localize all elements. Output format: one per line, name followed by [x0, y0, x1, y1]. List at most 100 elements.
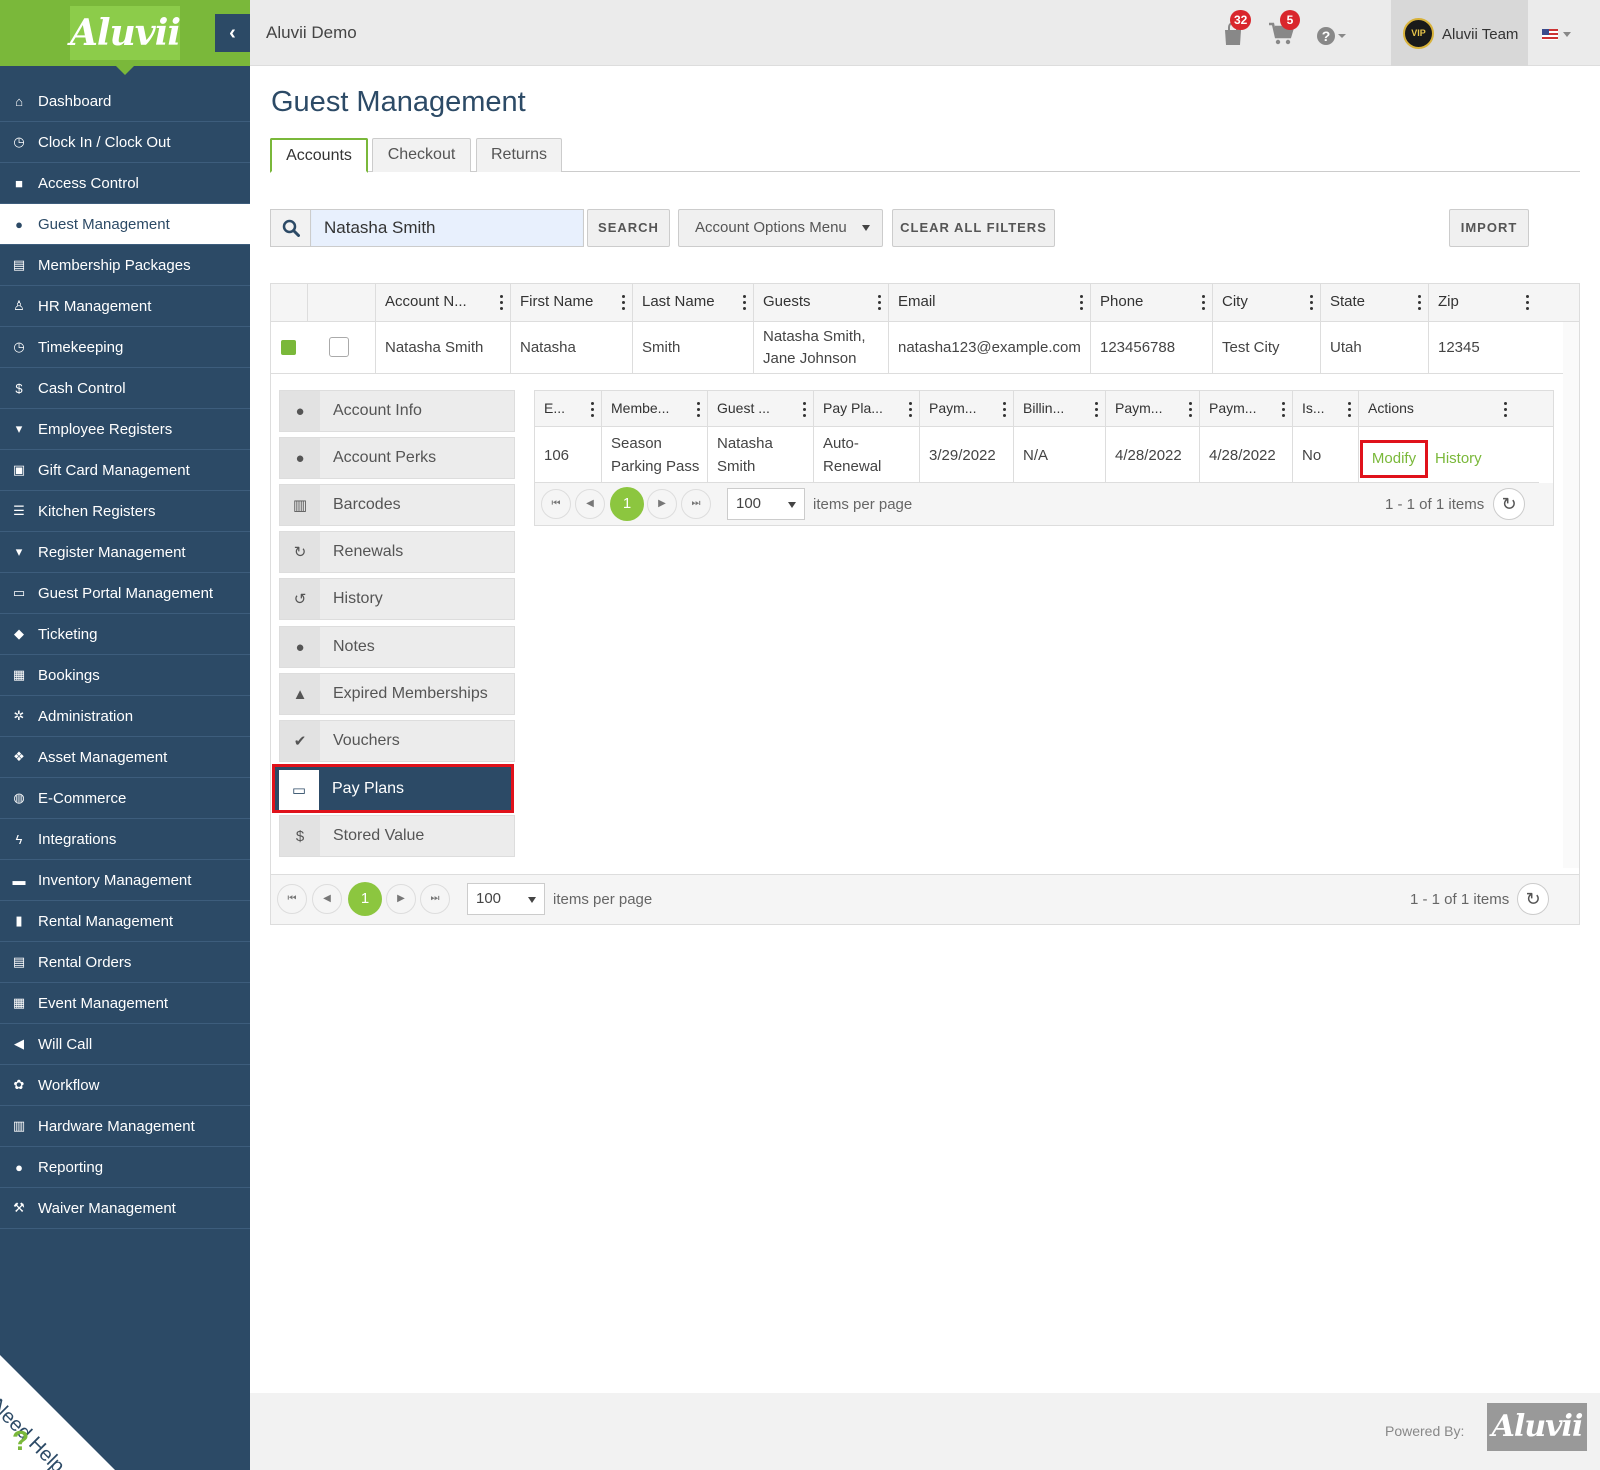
detail-menu-barcodes[interactable]: ▥ Barcodes: [279, 484, 515, 526]
sidebar-item-integrations[interactable]: ϟ Integrations: [0, 819, 250, 860]
first-page-button[interactable]: ⏮: [541, 489, 571, 519]
sidebar-item-guest-management[interactable]: ● Guest Management: [0, 204, 250, 245]
import-button[interactable]: IMPORT: [1449, 209, 1529, 247]
column-header-state[interactable]: State: [1320, 284, 1428, 321]
current-page-button[interactable]: 1: [610, 487, 644, 521]
column-header-guests[interactable]: Guests: [753, 284, 888, 321]
pp-column-header[interactable]: Guest ...: [707, 391, 813, 426]
prev-page-button[interactable]: ◀: [312, 884, 342, 914]
clear-all-filters-button[interactable]: CLEAR ALL FILTERS: [892, 209, 1055, 247]
detail-menu-expired-memberships[interactable]: ▲ Expired Memberships: [279, 673, 515, 715]
sidebar-item-e-commerce[interactable]: ◍ E-Commerce: [0, 778, 250, 819]
table-row[interactable]: Natasha Smith Natasha Smith Natasha Smit…: [271, 322, 1563, 374]
grid-scrollbar[interactable]: [1563, 322, 1579, 868]
refresh-icon[interactable]: ↻: [1517, 883, 1549, 915]
current-page-button[interactable]: 1: [348, 882, 382, 916]
column-menu-icon[interactable]: [1310, 295, 1314, 310]
sidebar-item-timekeeping[interactable]: ◷ Timekeeping: [0, 327, 250, 368]
chevron-down-icon[interactable]: [1562, 31, 1572, 39]
column-menu-icon[interactable]: [1418, 295, 1422, 310]
sidebar-item-kitchen-registers[interactable]: ☰ Kitchen Registers: [0, 491, 250, 532]
sidebar-item-rental-orders[interactable]: ▤ Rental Orders: [0, 942, 250, 983]
pp-column-header[interactable]: Paym...: [1105, 391, 1199, 426]
column-menu-icon[interactable]: [500, 295, 504, 310]
detail-menu-renewals[interactable]: ↻ Renewals: [279, 531, 515, 573]
sidebar-item-membership-packages[interactable]: ▤ Membership Packages: [0, 245, 250, 286]
column-menu-icon[interactable]: [878, 295, 882, 310]
expand-row-toggle[interactable]: [281, 340, 296, 355]
tab-checkout[interactable]: Checkout: [372, 138, 471, 172]
next-page-button[interactable]: ▶: [386, 884, 416, 914]
column-header-account-name[interactable]: Account N...: [375, 284, 510, 321]
sidebar-item-cash-control[interactable]: $ Cash Control: [0, 368, 250, 409]
sidebar-item-rental-management[interactable]: ▮ Rental Management: [0, 901, 250, 942]
aluvii-logo[interactable]: Aluvii: [70, 6, 181, 60]
tab-accounts[interactable]: Accounts: [270, 138, 368, 173]
sidebar-item-dashboard[interactable]: ⌂ Dashboard: [0, 81, 250, 122]
row-checkbox[interactable]: [329, 337, 349, 357]
sidebar-item-clock-in-clock-out[interactable]: ◷ Clock In / Clock Out: [0, 122, 250, 163]
help-menu-button[interactable]: ?: [1316, 25, 1350, 53]
sidebar-item-reporting[interactable]: ● Reporting: [0, 1147, 250, 1188]
column-menu-icon[interactable]: [1202, 295, 1206, 310]
sidebar-item-access-control[interactable]: ■ Access Control: [0, 163, 250, 204]
tab-returns[interactable]: Returns: [476, 138, 562, 172]
sidebar-item-register-management[interactable]: ▾ Register Management: [0, 532, 250, 573]
detail-menu-vouchers[interactable]: ✔ Vouchers: [279, 720, 515, 762]
pp-column-header[interactable]: Paym...: [919, 391, 1013, 426]
column-menu-icon[interactable]: [743, 295, 747, 310]
cart-button[interactable]: 5: [1268, 10, 1300, 53]
collapse-sidebar-button[interactable]: ‹: [215, 14, 250, 52]
sidebar-item-bookings[interactable]: ▦ Bookings: [0, 655, 250, 696]
detail-menu-account-info[interactable]: ● Account Info: [279, 390, 515, 432]
sidebar-item-will-call[interactable]: ◀ Will Call: [0, 1024, 250, 1065]
sidebar-item-workflow[interactable]: ✿ Workflow: [0, 1065, 250, 1106]
us-flag-icon[interactable]: [1542, 29, 1558, 40]
prev-page-button[interactable]: ◀: [575, 489, 605, 519]
last-page-button[interactable]: ⏭: [420, 884, 450, 914]
last-page-button[interactable]: ⏭: [681, 489, 711, 519]
next-page-button[interactable]: ▶: [647, 489, 677, 519]
column-header-last-name[interactable]: Last Name: [632, 284, 753, 321]
sidebar-item-asset-management[interactable]: ❖ Asset Management: [0, 737, 250, 778]
pp-column-header[interactable]: Pay Pla...: [813, 391, 919, 426]
sidebar-item-hardware-management[interactable]: ▥ Hardware Management: [0, 1106, 250, 1147]
sidebar-item-event-management[interactable]: ▦ Event Management: [0, 983, 250, 1024]
history-link[interactable]: History: [1435, 440, 1482, 478]
search-icon[interactable]: [271, 210, 311, 246]
column-menu-icon[interactable]: [1504, 402, 1508, 417]
modify-link[interactable]: Modify: [1360, 440, 1428, 478]
notifications-button[interactable]: 32: [1222, 10, 1252, 53]
search-button[interactable]: SEARCH: [587, 209, 670, 247]
need-help-button[interactable]: Need Help ?: [0, 1355, 115, 1470]
column-header-city[interactable]: City: [1212, 284, 1320, 321]
column-menu-icon[interactable]: [1189, 402, 1193, 417]
page-size-select[interactable]: 100: [727, 488, 805, 520]
search-input[interactable]: [312, 210, 582, 246]
detail-menu-notes[interactable]: ● Notes: [279, 626, 515, 668]
column-menu-icon[interactable]: [909, 402, 913, 417]
column-menu-icon[interactable]: [591, 402, 595, 417]
column-menu-icon[interactable]: [1003, 402, 1007, 417]
sidebar-item-gift-card-management[interactable]: ▣ Gift Card Management: [0, 450, 250, 491]
first-page-button[interactable]: ⏮: [277, 884, 307, 914]
column-menu-icon[interactable]: [1282, 402, 1286, 417]
detail-menu-history[interactable]: ↺ History: [279, 578, 515, 620]
column-menu-icon[interactable]: [697, 402, 701, 417]
column-menu-icon[interactable]: [1080, 295, 1084, 310]
account-options-menu[interactable]: Account Options Menu: [678, 209, 883, 247]
column-header-phone[interactable]: Phone: [1090, 284, 1212, 321]
column-menu-icon[interactable]: [622, 295, 626, 310]
sidebar-item-hr-management[interactable]: ♙ HR Management: [0, 286, 250, 327]
detail-menu-pay-plans[interactable]: ▭ Pay Plans: [272, 764, 514, 813]
table-row[interactable]: 106 Season Parking Pass Natasha Smith Au…: [535, 427, 1539, 483]
pp-column-header[interactable]: Membe...: [601, 391, 707, 426]
refresh-icon[interactable]: ↻: [1493, 488, 1525, 520]
sidebar-item-guest-portal-management[interactable]: ▭ Guest Portal Management: [0, 573, 250, 614]
column-header-email[interactable]: Email: [888, 284, 1090, 321]
column-menu-icon[interactable]: [803, 402, 807, 417]
sidebar-item-waiver-management[interactable]: ⚒ Waiver Management: [0, 1188, 250, 1229]
sidebar-item-administration[interactable]: ✲ Administration: [0, 696, 250, 737]
pp-column-header[interactable]: Is...: [1292, 391, 1358, 426]
pp-column-header-actions[interactable]: Actions: [1358, 391, 1514, 426]
